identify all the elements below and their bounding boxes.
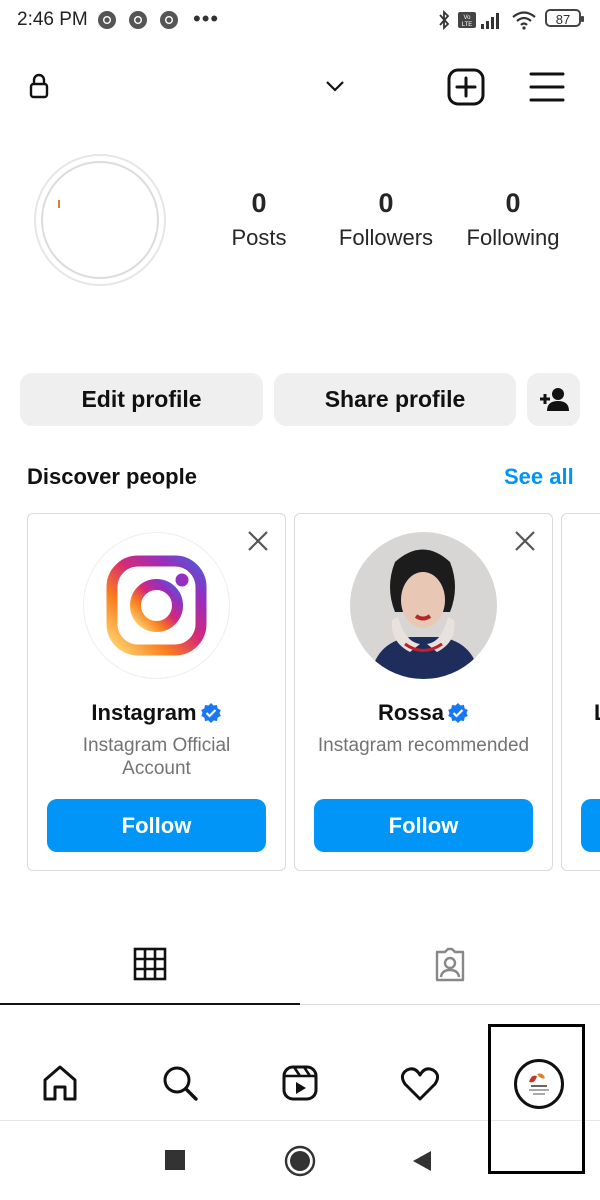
tagged-icon[interactable]: [431, 946, 469, 984]
new-post-icon[interactable]: [447, 68, 485, 106]
suggestion-subtitle: Instagram recommended: [317, 735, 530, 756]
suggestion-card: L: [561, 513, 600, 871]
back-triangle-icon[interactable]: [411, 1149, 433, 1173]
chrome-icon: [98, 11, 116, 29]
signal-icon: [481, 13, 499, 29]
see-all-link[interactable]: See all: [504, 464, 574, 490]
stat-following-value: 0: [505, 188, 521, 218]
add-person-icon: [539, 387, 569, 411]
home-icon[interactable]: [41, 1064, 79, 1102]
verified-badge-icon: [448, 703, 468, 723]
status-bar: 2:46 PM ••• Vo LTE 87: [0, 0, 600, 40]
avatar-frame-icon: [41, 161, 159, 279]
bluetooth-icon: [439, 9, 450, 31]
battery-indicator: 87: [545, 9, 584, 27]
verified-badge-icon: [200, 703, 221, 723]
suggestion-card: Rossa Instagram recommended Follow: [294, 513, 553, 871]
stat-posts-label: Posts: [231, 225, 287, 250]
close-icon[interactable]: [245, 528, 271, 554]
stat-following-label: Following: [466, 225, 560, 250]
lock-icon: [29, 73, 49, 99]
profile-avatar[interactable]: [34, 154, 166, 286]
share-profile-button[interactable]: Share profile: [274, 373, 516, 426]
search-icon[interactable]: [161, 1064, 199, 1102]
person-photo: [350, 532, 497, 679]
suggestion-name[interactable]: L: [562, 700, 600, 726]
reels-icon[interactable]: [281, 1064, 319, 1102]
suggestion-avatar[interactable]: [83, 532, 230, 679]
suggestion-name-text: L: [594, 700, 600, 726]
chrome-icon: [160, 11, 178, 29]
suggestion-avatar[interactable]: [350, 532, 497, 679]
highlight-box: [488, 1024, 585, 1174]
follow-button[interactable]: Follow: [47, 799, 266, 852]
suggestion-card: Instagram Instagram Official Account Fol…: [27, 513, 286, 871]
status-time: 2:46 PM: [17, 9, 88, 30]
chevron-down-icon[interactable]: [324, 78, 346, 94]
active-tab-indicator: [0, 1003, 300, 1005]
suggestion-name[interactable]: Instagram: [28, 700, 285, 726]
menu-icon[interactable]: [529, 71, 565, 103]
suggestion-name[interactable]: Rossa: [295, 700, 552, 726]
edit-profile-button[interactable]: Edit profile: [20, 373, 263, 426]
recents-square-icon[interactable]: [165, 1150, 185, 1170]
volte-icon: Vo LTE: [458, 12, 476, 28]
follow-button[interactable]: [581, 799, 600, 852]
discover-people-title: Discover people: [27, 464, 197, 489]
instagram-logo-icon: [106, 555, 207, 656]
stat-followers[interactable]: 0 Followers: [321, 188, 451, 251]
stat-followers-label: Followers: [338, 225, 434, 250]
grid-icon[interactable]: [133, 947, 167, 981]
more-notifications-icon: •••: [193, 6, 220, 31]
close-icon[interactable]: [512, 528, 538, 554]
suggestion-name-text: Instagram: [91, 700, 197, 725]
heart-icon[interactable]: [400, 1066, 440, 1102]
svg-text:Vo: Vo: [463, 15, 471, 21]
follow-button[interactable]: Follow: [314, 799, 533, 852]
stat-following[interactable]: 0 Following: [448, 188, 578, 251]
discover-people-button[interactable]: [527, 373, 580, 426]
svg-text:LTE: LTE: [462, 22, 473, 28]
wifi-icon: [512, 11, 536, 30]
stat-posts[interactable]: 0 Posts: [194, 188, 324, 251]
stat-followers-value: 0: [378, 188, 394, 218]
home-circle-icon[interactable]: [284, 1145, 316, 1177]
suggestion-subtitle: Instagram Official Account: [82, 735, 231, 779]
stat-posts-value: 0: [251, 188, 267, 218]
suggestion-name-text: Rossa: [377, 700, 445, 725]
suggestion-card-clip: L: [561, 513, 600, 871]
chrome-icon: [129, 11, 147, 29]
